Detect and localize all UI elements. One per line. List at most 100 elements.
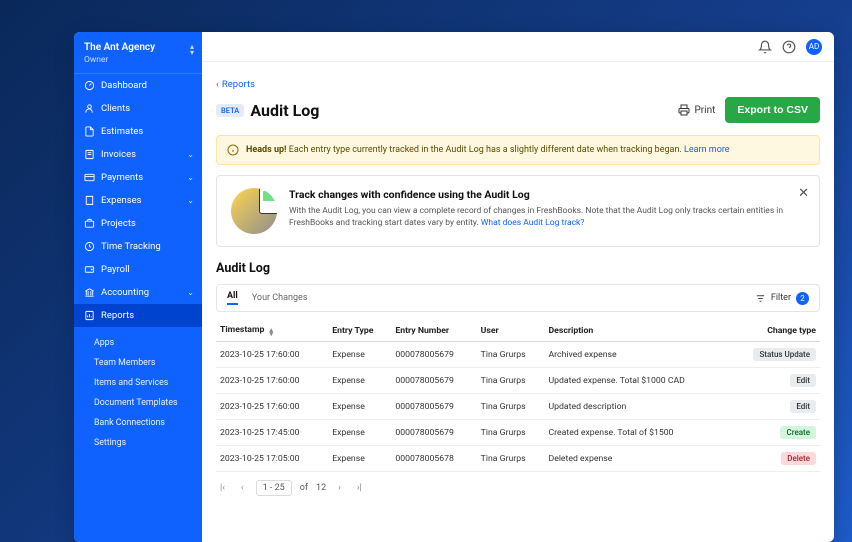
breadcrumb-label: Reports xyxy=(222,79,255,90)
sidebar-item-accounting[interactable]: Accounting⌄ xyxy=(74,281,202,304)
page-first-button[interactable]: |‹ xyxy=(216,481,229,495)
sidebar-sub-apps[interactable]: Apps xyxy=(74,333,202,353)
page-last-button[interactable]: ›| xyxy=(353,481,366,495)
receipt-icon xyxy=(84,195,95,206)
chevron-left-icon: ‹ xyxy=(216,79,219,90)
filter-count: 2 xyxy=(796,292,809,305)
cell-entry-number: 000078005679 xyxy=(391,342,476,368)
briefcase-icon xyxy=(84,218,95,229)
avatar[interactable]: AD xyxy=(806,39,822,55)
page-next-button[interactable]: › xyxy=(334,481,345,495)
invoice-icon xyxy=(84,149,95,160)
export-csv-button[interactable]: Export to CSV xyxy=(725,97,820,123)
alert-learn-more-link[interactable]: Learn more xyxy=(684,145,730,155)
cell-user: Tina Grurps xyxy=(477,394,545,420)
sidebar-item-label: Payments xyxy=(101,172,143,183)
change-type-tag: Edit xyxy=(790,374,816,387)
table-row[interactable]: 2023-10-25 17:60:00Expense000078005679Ti… xyxy=(216,394,820,420)
cell-user: Tina Grurps xyxy=(477,368,545,394)
sidebar-sub-bank-connections[interactable]: Bank Connections xyxy=(74,413,202,433)
org-switcher[interactable]: The Ant Agency Owner ▴▾ xyxy=(74,32,202,74)
print-icon xyxy=(678,104,690,116)
page-prev-button[interactable]: ‹ xyxy=(237,481,248,495)
table-row[interactable]: 2023-10-25 17:60:00Expense000078005679Ti… xyxy=(216,368,820,394)
cell-description: Archived expense xyxy=(545,342,730,368)
col-entry-type[interactable]: Entry Type xyxy=(328,320,391,342)
col-timestamp[interactable]: Timestamp ▴▾ xyxy=(216,320,328,342)
filter-label: Filter xyxy=(771,293,791,303)
main-content: AD ‹ Reports BETA Audit Log Print xyxy=(202,32,834,542)
sidebar-sub-items-and-services[interactable]: Items and Services xyxy=(74,373,202,393)
col-entry-number[interactable]: Entry Number xyxy=(391,320,476,342)
change-type-tag: Edit xyxy=(790,400,816,413)
col-description[interactable]: Description xyxy=(545,320,730,342)
topbar: AD xyxy=(202,32,834,62)
print-label: Print xyxy=(694,105,715,116)
sidebar-item-payroll[interactable]: Payroll xyxy=(74,258,202,281)
bell-icon[interactable] xyxy=(758,40,772,54)
page-content: ‹ Reports BETA Audit Log Print Export to… xyxy=(202,62,834,512)
breadcrumb[interactable]: ‹ Reports xyxy=(216,79,255,90)
sidebar-item-label: Invoices xyxy=(101,149,136,160)
section-title: Audit Log xyxy=(216,261,820,276)
alert-bold: Heads up! xyxy=(246,145,287,155)
sidebar-item-label: Projects xyxy=(101,218,136,229)
audit-log-table: Timestamp ▴▾ Entry Type Entry Number Use… xyxy=(216,320,820,472)
col-change-type[interactable]: Change type xyxy=(730,320,820,342)
cell-entry-number: 000078005679 xyxy=(391,368,476,394)
table-row[interactable]: 2023-10-25 17:60:00Expense000078005679Ti… xyxy=(216,342,820,368)
beta-badge: BETA xyxy=(216,104,244,117)
sidebar-sub-settings[interactable]: Settings xyxy=(74,433,202,453)
card-icon xyxy=(84,172,95,183)
sidebar-item-expenses[interactable]: Expenses⌄ xyxy=(74,189,202,212)
filter-button[interactable]: Filter 2 xyxy=(755,292,809,305)
sidebar-item-estimates[interactable]: Estimates xyxy=(74,120,202,143)
cell-description: Updated expense. Total $1000 CAD xyxy=(545,368,730,394)
cell-timestamp: 2023-10-25 17:05:00 xyxy=(216,446,328,472)
sidebar-item-label: Payroll xyxy=(101,264,130,275)
sidebar-item-label: Clients xyxy=(101,103,130,114)
chevron-down-icon: ⌄ xyxy=(187,288,194,297)
page-range[interactable]: 1 - 25 xyxy=(256,480,292,496)
close-icon[interactable]: ✕ xyxy=(798,186,809,201)
cell-user: Tina Grurps xyxy=(477,446,545,472)
alert-text: Each entry type currently tracked in the… xyxy=(287,145,685,155)
sidebar-item-clients[interactable]: Clients xyxy=(74,97,202,120)
sidebar-item-label: Estimates xyxy=(101,126,143,137)
sidebar-item-label: Time Tracking xyxy=(101,241,161,252)
sidebar-item-projects[interactable]: Projects xyxy=(74,212,202,235)
help-icon[interactable] xyxy=(782,40,796,54)
info-card-link[interactable]: What does Audit Log track? xyxy=(481,218,585,228)
cell-description: Updated description xyxy=(545,394,730,420)
wallet-icon xyxy=(84,264,95,275)
tab-all[interactable]: All xyxy=(227,291,238,305)
sidebar-item-time-tracking[interactable]: Time Tracking xyxy=(74,235,202,258)
cell-entry-type: Expense xyxy=(328,342,391,368)
sort-icon: ▴▾ xyxy=(270,328,274,336)
cell-change-type: Create xyxy=(730,420,820,446)
table-row[interactable]: 2023-10-25 17:05:00Expense000078005678Ti… xyxy=(216,446,820,472)
table-row[interactable]: 2023-10-25 17:45:00Expense000078005679Ti… xyxy=(216,420,820,446)
sidebar-item-dashboard[interactable]: Dashboard xyxy=(74,74,202,97)
tab-your-changes[interactable]: Your Changes xyxy=(252,293,308,303)
sidebar-sub-team-members[interactable]: Team Members xyxy=(74,353,202,373)
info-card-title: Track changes with confidence using the … xyxy=(289,188,805,201)
bank-icon xyxy=(84,287,95,298)
sidebar-sub-document-templates[interactable]: Document Templates xyxy=(74,393,202,413)
device-icon xyxy=(259,188,277,214)
sidebar-item-invoices[interactable]: Invoices ⌄ xyxy=(74,143,202,166)
cell-entry-number: 000078005679 xyxy=(391,420,476,446)
filter-icon xyxy=(755,293,766,304)
change-type-tag: Delete xyxy=(781,452,816,465)
org-switcher-arrows-icon: ▴▾ xyxy=(190,44,194,56)
chevron-down-icon: ⌄ xyxy=(187,150,194,159)
pagination: |‹ ‹ 1 - 25 of 12 › ›| xyxy=(216,480,820,496)
sidebar-item-reports[interactable]: Reports xyxy=(74,304,202,327)
print-button[interactable]: Print xyxy=(678,104,715,116)
cell-description: Deleted expense xyxy=(545,446,730,472)
sidebar-item-payments[interactable]: Payments⌄ xyxy=(74,166,202,189)
sidebar-item-label: Dashboard xyxy=(101,80,147,91)
sidebar-item-label: Expenses xyxy=(101,195,142,206)
cell-entry-type: Expense xyxy=(328,446,391,472)
col-user[interactable]: User xyxy=(477,320,545,342)
